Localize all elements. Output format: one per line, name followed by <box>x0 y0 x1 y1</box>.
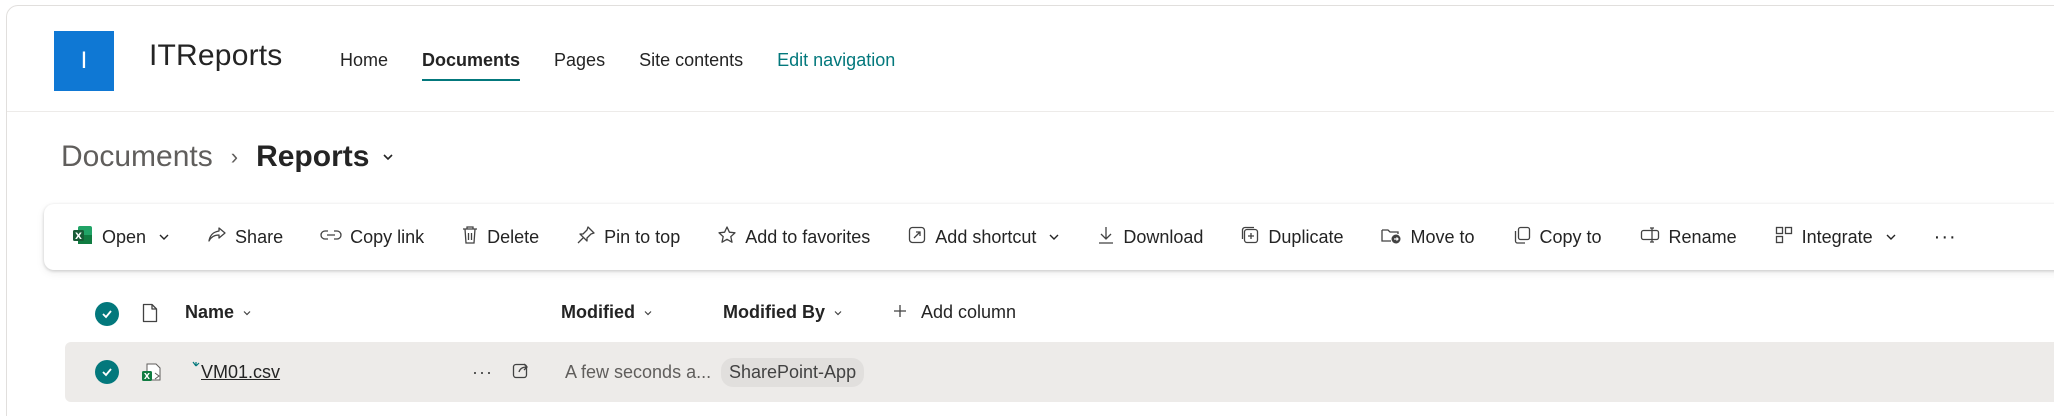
document-icon <box>141 302 159 329</box>
name-column-label: Name <box>185 302 235 322</box>
integrate-icon <box>1774 225 1794 250</box>
integrate-label: Integrate <box>1801 226 1873 247</box>
duplicate-label: Duplicate <box>1268 226 1344 247</box>
add-column-button[interactable]: Add column <box>893 302 1016 323</box>
add-column-label: Add column <box>921 302 1017 322</box>
breadcrumb-separator: › <box>230 144 239 169</box>
rename-icon <box>1639 225 1661 250</box>
svg-text:X: X <box>144 372 151 381</box>
pin-to-top-button[interactable]: Pin to top <box>576 225 680 250</box>
move-to-button[interactable]: Move to <box>1380 225 1475 250</box>
modified-by-cell: SharePoint-App <box>721 342 865 402</box>
nav-home[interactable]: Home <box>340 50 388 81</box>
modified-by-column-label: Modified By <box>723 302 825 322</box>
share-button[interactable]: Share <box>207 225 283 250</box>
add-shortcut-label: Add shortcut <box>935 226 1037 247</box>
command-bar: X Open Share Copy link Delete Pin to top… <box>44 204 2054 270</box>
chevron-down-icon <box>1048 227 1060 248</box>
site-title[interactable]: ITReports <box>149 39 283 73</box>
breadcrumb: Documents › Reports <box>61 140 395 174</box>
modified-cell: A few seconds a... <box>565 342 711 402</box>
delete-button[interactable]: Delete <box>461 225 539 250</box>
integrate-button[interactable]: Integrate <box>1774 225 1897 250</box>
name-column-header[interactable]: Name <box>185 302 252 323</box>
duplicate-button[interactable]: Duplicate <box>1240 225 1343 250</box>
open-button[interactable]: X Open <box>72 224 170 251</box>
nav-site-contents[interactable]: Site contents <box>639 50 743 81</box>
chevron-down-icon[interactable] <box>381 150 395 164</box>
share-icon <box>511 360 531 385</box>
chevron-down-icon <box>833 302 843 323</box>
folder-move-icon <box>1380 225 1402 250</box>
pin-icon <box>576 225 596 250</box>
new-file-sparkle-icon <box>191 358 201 376</box>
trash-icon <box>461 225 479 250</box>
share-label: Share <box>235 226 284 247</box>
nav-documents[interactable]: Documents <box>422 50 521 81</box>
modified-column-header[interactable]: Modified <box>561 302 653 323</box>
share-icon <box>207 225 227 250</box>
add-to-favorites-button[interactable]: Add to favorites <box>717 225 870 250</box>
star-icon <box>717 225 737 250</box>
breadcrumb-reports[interactable]: Reports <box>256 140 369 174</box>
copy-icon <box>1512 225 1532 250</box>
chevron-down-icon <box>242 302 252 323</box>
copy-to-button[interactable]: Copy to <box>1512 225 1602 250</box>
copy-link-label: Copy link <box>350 226 425 247</box>
svg-text:X: X <box>75 232 82 242</box>
excel-icon: X <box>72 224 94 251</box>
open-label: Open <box>102 226 147 247</box>
table-row[interactable]: X VM01.csv ··· A few seconds a... ShareP… <box>65 342 2054 402</box>
select-all-checkbox[interactable] <box>95 302 119 326</box>
shortcut-icon <box>907 225 927 250</box>
row-more-actions-button[interactable]: ··· <box>472 342 493 402</box>
modified-value: A few seconds a... <box>565 361 712 382</box>
site-logo[interactable]: I <box>54 31 114 91</box>
file-name-link[interactable]: VM01.csv <box>201 362 280 383</box>
copy-link-button[interactable]: Copy link <box>320 225 424 250</box>
more-icon: ··· <box>1933 225 1957 248</box>
chevron-down-icon <box>1885 227 1897 248</box>
file-name-cell[interactable]: VM01.csv <box>191 342 280 402</box>
breadcrumb-documents[interactable]: Documents <box>61 140 213 174</box>
checkmark-icon <box>95 302 119 326</box>
pin-to-top-label: Pin to top <box>604 226 681 247</box>
page-frame: I ITReports Home Documents Pages Site co… <box>6 5 2054 416</box>
chevron-down-icon <box>643 302 653 323</box>
more-actions-button[interactable]: ··· <box>1934 226 1957 249</box>
rename-label: Rename <box>1668 226 1737 247</box>
plus-icon <box>893 302 907 323</box>
row-share-button[interactable] <box>511 342 531 402</box>
site-header: I ITReports Home Documents Pages Site co… <box>7 6 2054 112</box>
duplicate-icon <box>1240 225 1260 250</box>
download-icon <box>1097 225 1115 250</box>
list-header: Name Modified Modified By Add column <box>55 290 2054 338</box>
top-navigation: Home Documents Pages Site contents Edit … <box>340 50 895 81</box>
row-checkbox[interactable] <box>95 342 119 402</box>
copy-to-label: Copy to <box>1539 226 1602 247</box>
add-to-favorites-label: Add to favorites <box>745 226 871 247</box>
person-chip[interactable]: SharePoint-App <box>721 357 865 387</box>
checkmark-icon <box>95 360 119 384</box>
modified-by-column-header[interactable]: Modified By <box>723 302 843 323</box>
file-type-column-header[interactable] <box>141 302 159 329</box>
nav-pages[interactable]: Pages <box>554 50 605 81</box>
excel-file-icon: X <box>141 342 163 402</box>
download-label: Download <box>1123 226 1204 247</box>
add-shortcut-button[interactable]: Add shortcut <box>907 225 1060 250</box>
download-button[interactable]: Download <box>1097 225 1203 250</box>
rename-button[interactable]: Rename <box>1639 225 1737 250</box>
modified-column-label: Modified <box>561 302 635 322</box>
link-icon <box>320 225 342 250</box>
delete-label: Delete <box>487 226 540 247</box>
chevron-down-icon <box>158 227 170 248</box>
move-to-label: Move to <box>1410 226 1475 247</box>
more-icon: ··· <box>472 361 493 382</box>
edit-navigation-link[interactable]: Edit navigation <box>777 50 895 81</box>
